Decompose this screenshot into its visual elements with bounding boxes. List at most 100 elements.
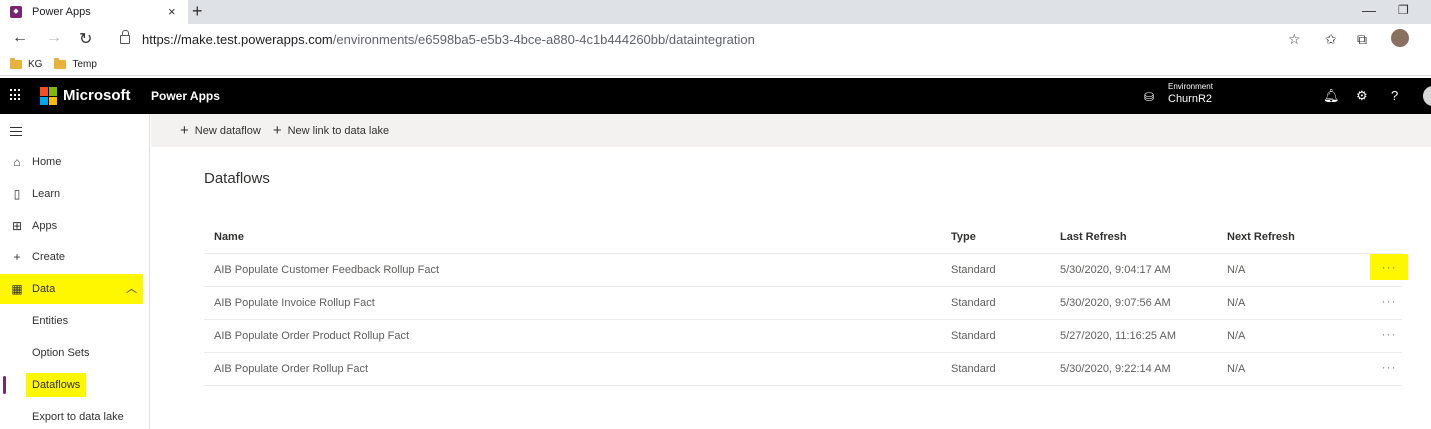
profile-avatar[interactable] [1391, 29, 1409, 47]
column-header-last-refresh[interactable]: Last Refresh [1060, 231, 1127, 243]
new-dataflow-label: New dataflow [194, 124, 261, 137]
sidebar-item-data[interactable]: ▦ Data ︿ [0, 274, 143, 304]
dataflow-type: Standard [951, 363, 996, 375]
tab-close-icon[interactable]: × [168, 4, 176, 19]
dataflow-name[interactable]: AIB Populate Invoice Rollup Fact [214, 297, 375, 309]
more-options-icon[interactable]: ··· [1370, 254, 1408, 280]
column-header-name[interactable]: Name [214, 231, 244, 243]
last-refresh: 5/30/2020, 9:07:56 AM [1060, 297, 1171, 309]
environment-label[interactable]: Environment [1168, 82, 1213, 91]
user-avatar[interactable] [1423, 86, 1431, 106]
sidebar-item-home[interactable]: ⌂ Home [0, 148, 150, 176]
last-refresh: 5/30/2020, 9:22:14 AM [1060, 363, 1171, 375]
column-header-type[interactable]: Type [951, 231, 976, 243]
sidebar-item-label: Option Sets [32, 347, 90, 359]
url-path: /environments/e6598ba5-e5b3-4bce-a880-4c… [332, 31, 755, 47]
left-nav: ⌂ Home ▯ Learn ⊞ Apps + Create ▦ Data ︿ … [0, 114, 150, 429]
next-refresh: N/A [1227, 264, 1246, 276]
notifications-bell-icon[interactable]: 🔔︎ [1323, 88, 1340, 104]
dataflows-table: Name Type Last Refresh Next Refresh AIB … [204, 221, 1408, 386]
back-icon[interactable]: ← [12, 29, 28, 47]
sidebar-item-option-sets[interactable]: Option Sets [0, 339, 150, 367]
dataflow-type: Standard [951, 330, 996, 342]
dataflow-name[interactable]: AIB Populate Order Product Rollup Fact [214, 330, 409, 342]
collections-icon[interactable]: ⧉ [1357, 31, 1367, 48]
browser-tab[interactable]: ◆ Power Apps × [0, 0, 188, 24]
favorites-bar: KG Temp [0, 54, 1431, 76]
dataflow-type: Standard [951, 297, 996, 309]
chevron-up-icon[interactable]: ︿ [126, 280, 137, 296]
powerapps-favicon-icon: ◆ [10, 6, 22, 18]
more-options-icon[interactable]: ··· [1370, 293, 1408, 315]
favorite-star-icon[interactable]: ☆ [1288, 31, 1301, 48]
apps-icon: ⊞ [11, 219, 23, 233]
sidebar-item-export-to-data-lake[interactable]: Export to data lake [0, 403, 150, 429]
window-minimize-icon[interactable]: — [1362, 2, 1376, 18]
sidebar-item-label: Dataflows [26, 373, 87, 397]
command-bar: + New dataflow + New link to data lake [151, 114, 1431, 147]
browser-address-bar: ← → ↻ https://make.test.powerapps.com/en… [0, 24, 1431, 54]
plus-icon: + [13, 250, 21, 264]
next-refresh: N/A [1227, 363, 1246, 375]
app-header: Microsoft Power Apps ⛁ Environment Churn… [0, 78, 1431, 114]
sidebar-item-label: Apps [32, 220, 58, 232]
page-title: Dataflows [204, 170, 270, 187]
plus-icon: + [272, 122, 282, 139]
sidebar-item-learn[interactable]: ▯ Learn [0, 180, 150, 208]
sidebar-item-entities[interactable]: Entities [0, 307, 150, 335]
app-name[interactable]: Power Apps [151, 89, 220, 103]
favorite-folder-kg[interactable]: KG [10, 58, 43, 70]
help-icon[interactable]: ? [1391, 88, 1398, 103]
table-row[interactable]: AIB Populate Invoice Rollup Fact Standar… [204, 287, 1402, 320]
settings-gear-icon[interactable]: ⚙ [1356, 88, 1368, 104]
more-options-icon[interactable]: ··· [1370, 359, 1408, 381]
favorites-list-icon[interactable]: ✩ [1325, 31, 1337, 48]
sidebar-item-apps[interactable]: ⊞ Apps [0, 212, 150, 240]
last-refresh: 5/27/2020, 11:16:25 AM [1060, 330, 1176, 342]
tab-title: Power Apps [32, 6, 91, 18]
sidebar-item-label: Data [32, 283, 56, 295]
folder-icon [10, 58, 22, 69]
favorite-label: KG [28, 59, 43, 70]
favorite-label: Temp [72, 59, 97, 70]
table-icon: ▦ [11, 282, 23, 296]
sidebar-item-label: Export to data lake [32, 411, 124, 423]
plus-icon: + [180, 122, 189, 139]
new-tab-button[interactable]: + [192, 1, 203, 21]
url-host: https://make.test.powerapps.com [142, 31, 333, 47]
environment-value[interactable]: ChurnR2 [1168, 93, 1212, 105]
brand-name[interactable]: Microsoft [63, 87, 131, 104]
more-options-icon[interactable]: ··· [1370, 326, 1408, 348]
app-launcher-icon[interactable] [10, 89, 22, 101]
browser-tabstrip: ◆ Power Apps × + — ❐ [0, 0, 1431, 24]
lock-icon [120, 29, 130, 44]
window-restore-icon[interactable]: ❐ [1398, 3, 1409, 17]
environment-icon[interactable]: ⛁ [1144, 90, 1154, 104]
last-refresh: 5/30/2020, 9:04:17 AM [1060, 264, 1171, 276]
column-header-next-refresh[interactable]: Next Refresh [1227, 231, 1295, 243]
microsoft-logo-icon [40, 87, 58, 105]
favorite-folder-temp[interactable]: Temp [54, 58, 97, 70]
dataflow-type: Standard [951, 264, 996, 276]
sidebar-item-dataflows[interactable]: Dataflows [0, 371, 150, 399]
dataflow-name[interactable]: AIB Populate Customer Feedback Rollup Fa… [214, 264, 439, 276]
hamburger-menu-icon[interactable] [10, 127, 22, 139]
sidebar-item-create[interactable]: + Create [0, 243, 150, 271]
next-refresh: N/A [1227, 330, 1246, 342]
url-input[interactable]: https://make.test.powerapps.com/environm… [110, 27, 1310, 51]
sidebar-item-label: Learn [32, 188, 61, 200]
dataflow-name[interactable]: AIB Populate Order Rollup Fact [214, 363, 368, 375]
sidebar-item-label: Entities [32, 315, 69, 327]
book-icon: ▯ [13, 187, 21, 201]
new-link-to-data-lake-button[interactable]: + New link to data lake [273, 123, 389, 138]
home-icon: ⌂ [13, 155, 21, 169]
table-row[interactable]: AIB Populate Order Product Rollup Fact S… [204, 320, 1402, 353]
refresh-icon[interactable]: ↻ [79, 29, 92, 49]
table-row[interactable]: AIB Populate Customer Feedback Rollup Fa… [204, 254, 1408, 287]
forward-icon[interactable]: → [46, 29, 62, 47]
sidebar-item-label: Home [32, 156, 62, 168]
new-dataflow-button[interactable]: + New dataflow [180, 123, 261, 138]
folder-icon [54, 58, 67, 69]
table-row[interactable]: AIB Populate Order Rollup Fact Standard … [204, 353, 1402, 386]
sidebar-item-label: Create [32, 251, 66, 263]
